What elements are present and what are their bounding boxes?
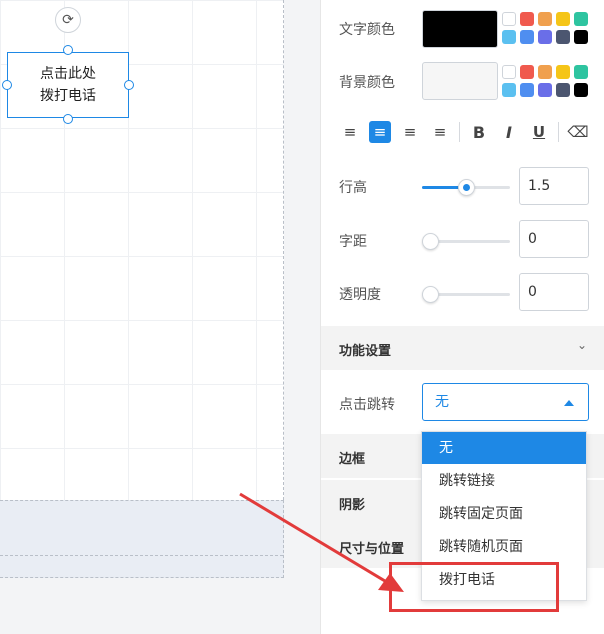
letter-spacing-slider[interactable]: [422, 233, 510, 250]
align-justify-icon[interactable]: ≡: [429, 121, 451, 143]
opacity-slider[interactable]: [422, 286, 510, 303]
palette-color-3[interactable]: [556, 65, 570, 79]
editor-canvas[interactable]: ⟳ 点击此处 拨打电话: [0, 0, 320, 634]
palette-color-9[interactable]: [574, 83, 588, 97]
resize-handle-left[interactable]: [2, 80, 12, 90]
palette-color-1[interactable]: [520, 65, 534, 79]
palette-color-6[interactable]: [520, 30, 534, 44]
palette-color-7[interactable]: [538, 30, 552, 44]
dropdown-option-1[interactable]: 跳转链接: [422, 465, 586, 497]
eraser-icon[interactable]: ⌫: [567, 121, 589, 143]
palette-color-2[interactable]: [538, 12, 552, 26]
click-jump-selected-value: 无: [435, 394, 449, 410]
palette-color-3[interactable]: [556, 12, 570, 26]
palette-color-4[interactable]: [574, 12, 588, 26]
resize-handle-right[interactable]: [124, 80, 134, 90]
palette-color-8[interactable]: [556, 83, 570, 97]
underline-icon[interactable]: U: [528, 121, 550, 143]
palette-color-0[interactable]: [502, 12, 516, 26]
page-guide-line: [0, 555, 283, 556]
click-jump-select[interactable]: 无: [422, 383, 589, 421]
bold-icon[interactable]: B: [468, 121, 490, 143]
toolbar-separator: [459, 122, 460, 142]
palette-color-5[interactable]: [502, 30, 516, 44]
letter-spacing-label: 字距: [339, 234, 367, 250]
palette-color-6[interactable]: [520, 83, 534, 97]
dropdown-option-2[interactable]: 跳转固定页面: [422, 498, 586, 530]
rotate-icon[interactable]: ⟳: [55, 7, 81, 33]
function-settings-section[interactable]: 功能设置 ⌄: [321, 326, 604, 370]
caret-up-icon: [564, 400, 574, 406]
shadow-section-title: 阴影: [339, 498, 366, 513]
opacity-label: 透明度: [339, 287, 381, 303]
resize-handle-top[interactable]: [63, 45, 73, 55]
align-center-icon[interactable]: ≡: [369, 121, 391, 143]
letter-spacing-slider-thumb[interactable]: [422, 233, 439, 250]
line-height-input[interactable]: 1.5: [519, 167, 589, 205]
size-position-section-title: 尺寸与位置: [339, 542, 405, 557]
bg-color-label: 背景颜色: [339, 75, 395, 91]
palette-color-2[interactable]: [538, 65, 552, 79]
text-color-swatch[interactable]: [422, 10, 498, 48]
palette-color-4[interactable]: [574, 65, 588, 79]
palette-color-9[interactable]: [574, 30, 588, 44]
align-left-icon[interactable]: ≡: [339, 121, 361, 143]
palette-color-7[interactable]: [538, 83, 552, 97]
toolbar-separator: [558, 122, 559, 142]
dropdown-option-3[interactable]: 跳转随机页面: [422, 531, 586, 563]
chevron-down-icon[interactable]: ⌄: [577, 338, 587, 352]
text-format-toolbar: ≡ ≡ ≡ ≡ B I U ⌫: [339, 120, 597, 144]
text-color-label: 文字颜色: [339, 22, 395, 38]
dropdown-option-0[interactable]: 无: [422, 432, 586, 464]
canvas-page-lower[interactable]: [0, 500, 284, 578]
opacity-slider-thumb[interactable]: [422, 286, 439, 303]
line-height-slider-thumb[interactable]: [457, 179, 475, 196]
palette-color-5[interactable]: [502, 83, 516, 97]
italic-icon[interactable]: I: [498, 121, 520, 143]
letter-spacing-input[interactable]: 0: [519, 220, 589, 258]
function-settings-title: 功能设置: [339, 344, 392, 359]
palette-color-0[interactable]: [502, 65, 516, 79]
click-jump-label: 点击跳转: [339, 397, 395, 413]
opacity-input[interactable]: 0: [519, 273, 589, 311]
selected-text-element[interactable]: 点击此处 拨打电话: [7, 52, 129, 118]
palette-color-8[interactable]: [556, 30, 570, 44]
line-height-label: 行高: [339, 180, 367, 196]
resize-handle-bottom[interactable]: [63, 114, 73, 124]
line-height-slider[interactable]: [422, 179, 510, 196]
bg-color-swatch[interactable]: [422, 62, 498, 100]
align-right-icon[interactable]: ≡: [399, 121, 421, 143]
text-element-content: 点击此处 拨打电话: [40, 66, 96, 104]
border-section-title: 边框: [339, 452, 366, 467]
palette-color-1[interactable]: [520, 12, 534, 26]
annotation-highlight-box: [389, 562, 559, 612]
